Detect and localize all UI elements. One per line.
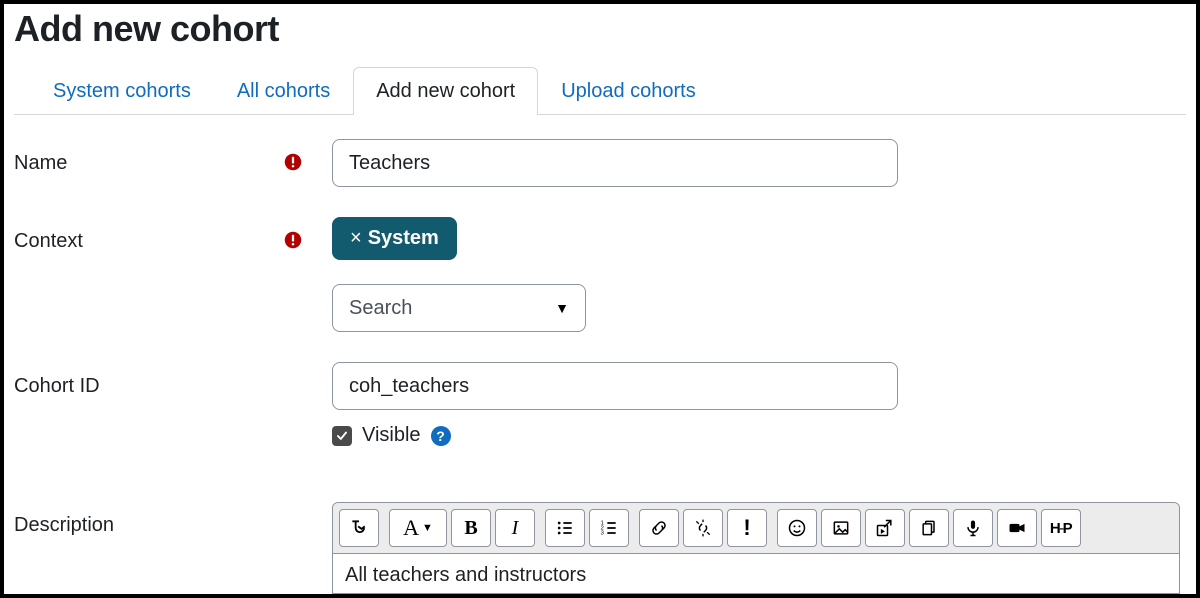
tab-add-new-cohort[interactable]: Add new cohort: [353, 67, 538, 115]
search-placeholder: Search: [349, 297, 412, 320]
label-name: Name: [14, 152, 67, 175]
name-input[interactable]: [332, 139, 898, 187]
description-textarea[interactable]: All teachers and instructors: [333, 554, 1179, 593]
context-search-select[interactable]: Search ▼: [332, 284, 586, 332]
required-icon: [284, 153, 302, 171]
bullet-list-button[interactable]: [545, 509, 585, 547]
svg-text:3: 3: [601, 531, 604, 537]
unlink-button[interactable]: [683, 509, 723, 547]
editor-toolbar: A▼ B I 123: [333, 503, 1179, 554]
required-icon: [284, 231, 302, 249]
media-button[interactable]: [865, 509, 905, 547]
tab-bar: System cohorts All cohorts Add new cohor…: [14, 66, 1186, 115]
video-button[interactable]: [997, 509, 1037, 547]
tab-all-cohorts[interactable]: All cohorts: [214, 67, 353, 115]
visible-checkbox[interactable]: [332, 426, 352, 446]
emoji-button[interactable]: [777, 509, 817, 547]
link-button[interactable]: [639, 509, 679, 547]
microphone-button[interactable]: [953, 509, 993, 547]
bold-button[interactable]: B: [451, 509, 491, 547]
label-context: Context: [14, 230, 83, 253]
toolbar-toggle-button[interactable]: [339, 509, 379, 547]
tab-system-cohorts[interactable]: System cohorts: [30, 67, 214, 115]
description-editor: A▼ B I 123: [332, 502, 1180, 594]
image-button[interactable]: [821, 509, 861, 547]
help-icon[interactable]: ?: [431, 426, 451, 446]
label-description: Description: [14, 514, 114, 537]
tab-upload-cohorts[interactable]: Upload cohorts: [538, 67, 719, 115]
context-chip-system[interactable]: × System: [332, 217, 457, 260]
label-visible: Visible: [362, 424, 421, 447]
context-chip-label: System: [368, 227, 439, 250]
h5p-button[interactable]: H-P: [1041, 509, 1081, 547]
files-button[interactable]: [909, 509, 949, 547]
font-style-button[interactable]: A▼: [389, 509, 447, 547]
italic-button[interactable]: I: [495, 509, 535, 547]
exclaim-button[interactable]: !: [727, 509, 767, 547]
cohort-id-input[interactable]: [332, 362, 898, 410]
close-icon: ×: [350, 227, 362, 250]
page-title: Add new cohort: [14, 8, 1186, 50]
chevron-down-icon: ▼: [555, 300, 569, 316]
label-cohort-id: Cohort ID: [14, 375, 100, 398]
numbered-list-button[interactable]: 123: [589, 509, 629, 547]
